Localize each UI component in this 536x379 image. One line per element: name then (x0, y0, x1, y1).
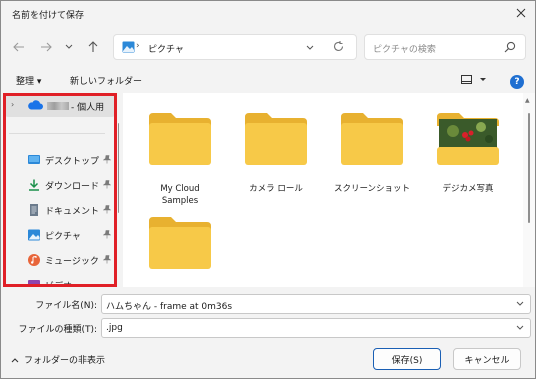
sidebar-item-label: ミュージック (45, 257, 99, 267)
pin-icon (102, 205, 112, 217)
title-bar: 名前を付けて保存 (1, 1, 535, 27)
pin-icon (102, 180, 112, 192)
search-box[interactable]: ピクチャの検索 (364, 34, 526, 60)
file-list-scrollbar[interactable]: ▲ (523, 93, 535, 287)
sidebar-divider (9, 133, 105, 134)
filename-value[interactable]: ハムちゃん - frame at 0m36s (106, 299, 232, 312)
hide-folders-toggle[interactable]: フォルダーの非表示 (11, 353, 105, 366)
folder-with-photo-icon (435, 109, 501, 170)
sidebar-item-documents[interactable]: ドキュメント (5, 199, 115, 221)
onedrive-cloud-icon (27, 100, 43, 113)
dialog-title: 名前を付けて保存 (12, 11, 85, 21)
document-icon (27, 203, 41, 217)
folder-name: デジカメ写真 (442, 184, 494, 194)
breadcrumb-separator: › (136, 41, 140, 51)
folder-tile[interactable]: My Cloud Samples (135, 99, 225, 206)
command-bar: 整理 ▾ 新しいフォルダー ? (1, 69, 535, 93)
filetype-value: .jpg (106, 323, 123, 333)
folder-tile[interactable]: デジカメ写真 (423, 99, 513, 199)
up-arrow-icon[interactable] (83, 37, 103, 57)
folder-icon (147, 213, 213, 274)
folder-icon (339, 109, 405, 170)
save-button[interactable]: 保存(S) (373, 348, 441, 370)
sidebar-item-downloads[interactable]: ダウンロード (5, 174, 115, 196)
save-footer: ファイル名(N): ハムちゃん - frame at 0m36s ファイルの種類… (1, 287, 535, 378)
sidebar-item-label: ビデオ (45, 282, 73, 287)
folder-icon (147, 109, 213, 170)
sidebar-scrollbar[interactable] (118, 123, 119, 213)
pin-icon (102, 155, 112, 167)
filename-field[interactable]: ハムちゃん - frame at 0m36s (101, 294, 531, 314)
recent-locations-chevron-icon[interactable] (59, 37, 79, 57)
filetype-dropdown-icon[interactable] (516, 324, 524, 334)
navigation-bar: › ピクチャ ピクチャの検索 (1, 29, 535, 67)
redacted-account-name (47, 102, 69, 110)
file-list: My Cloud Samples カメラ ロール スクリーンショット デジカメ写… (123, 93, 523, 287)
pin-icon (102, 230, 112, 242)
new-folder-button[interactable]: 新しいフォルダー (70, 74, 142, 87)
search-input[interactable]: ピクチャの検索 (373, 42, 436, 55)
sidebar-item-label: ピクチャ (45, 232, 81, 242)
scrollbar-thumb[interactable] (528, 113, 530, 223)
sidebar-item-label: デスクトップ (45, 157, 100, 167)
folder-name: スクリーンショット (333, 184, 411, 194)
view-options-icon[interactable] (461, 74, 487, 89)
folder-icon (243, 109, 309, 170)
organize-menu[interactable]: 整理 ▾ (16, 74, 41, 87)
search-icon[interactable] (504, 41, 516, 56)
address-dropdown-icon[interactable] (305, 41, 315, 56)
sidebar-item-onedrive[interactable]: › - 個人用 (5, 95, 115, 117)
breadcrumb-location[interactable]: ピクチャ (148, 42, 184, 55)
close-icon[interactable] (510, 3, 532, 23)
filetype-label: ファイルの種類(T): (18, 325, 97, 335)
pictures-icon (27, 228, 41, 242)
back-arrow-icon[interactable] (9, 37, 29, 57)
sidebar-item-pictures[interactable]: ピクチャ (5, 224, 115, 246)
forward-arrow-icon[interactable] (36, 37, 56, 57)
expand-chevron-icon[interactable]: › (11, 100, 14, 109)
scroll-up-arrow-icon[interactable]: ▲ (525, 97, 530, 104)
sidebar-item-label: - 個人用 (71, 103, 105, 113)
folder-name: カメラ ロール (249, 184, 303, 194)
address-bar[interactable]: › ピクチャ (113, 34, 357, 60)
desktop-icon (27, 153, 41, 167)
navigation-pane: › - 個人用 デスクトップ ダウンロード ドキュメント ピクチャ ミュージック… (1, 93, 119, 287)
help-icon[interactable]: ? (510, 75, 524, 89)
hide-folders-label: フォルダーの非表示 (24, 356, 106, 366)
sidebar-item-desktop[interactable]: デスクトップ (5, 149, 115, 171)
folder-tile[interactable]: スクリーンショット (327, 99, 417, 199)
music-icon (27, 253, 41, 267)
sidebar-item-videos[interactable]: ビデオ (5, 274, 115, 287)
chevron-up-icon (11, 356, 19, 366)
video-icon (27, 278, 41, 287)
content-area: › - 個人用 デスクトップ ダウンロード ドキュメント ピクチャ ミュージック… (1, 93, 535, 287)
pin-icon (102, 255, 112, 267)
filename-label: ファイル名(N): (35, 301, 97, 311)
pictures-icon (122, 41, 135, 56)
cancel-button[interactable]: キャンセル (453, 348, 521, 370)
filename-dropdown-icon[interactable] (516, 300, 524, 310)
folder-tile[interactable]: カメラ ロール (231, 99, 321, 199)
sidebar-item-label: ダウンロード (45, 182, 100, 192)
sidebar-item-music[interactable]: ミュージック (5, 249, 115, 271)
filetype-select[interactable]: .jpg (101, 318, 531, 338)
save-as-dialog: 名前を付けて保存 › ピクチャ ピクチャの検索 整理 ▾ 新しいフォルダー ? … (0, 0, 536, 379)
refresh-icon[interactable] (332, 40, 345, 56)
sidebar-item-label: ドキュメント (45, 207, 100, 217)
download-icon (27, 178, 41, 192)
